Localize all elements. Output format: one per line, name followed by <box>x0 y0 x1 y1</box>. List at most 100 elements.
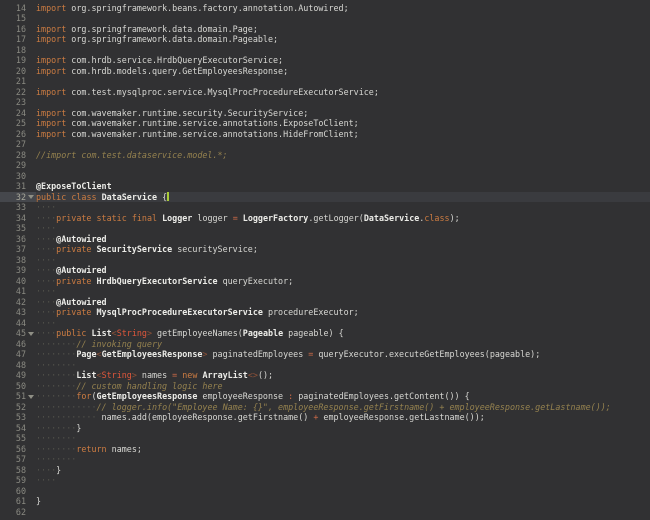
code-line[interactable]: 44···· <box>0 318 650 329</box>
line-number[interactable]: 24 <box>0 108 26 119</box>
code-line[interactable]: 49········List<String> names = new Array… <box>0 370 650 381</box>
line-number[interactable]: 22 <box>0 87 26 98</box>
line-number[interactable]: 45 <box>0 328 26 339</box>
line-number[interactable]: 27 <box>0 139 26 150</box>
fold-arrow-icon[interactable] <box>26 328 36 339</box>
code-line[interactable]: 57········ <box>0 454 650 465</box>
line-number[interactable]: 16 <box>0 24 26 35</box>
code-line[interactable]: 32public class DataService { <box>0 192 650 203</box>
code-line[interactable]: 30 <box>0 171 650 182</box>
fold-arrow-icon[interactable] <box>26 391 36 402</box>
code-line[interactable]: 31@ExposeToClient <box>0 181 650 192</box>
line-number[interactable]: 54 <box>0 423 26 434</box>
line-number[interactable]: 41 <box>0 286 26 297</box>
line-number[interactable]: 35 <box>0 223 26 234</box>
line-number[interactable]: 19 <box>0 55 26 66</box>
line-number[interactable]: 42 <box>0 297 26 308</box>
line-number[interactable]: 14 <box>0 3 26 14</box>
code-line[interactable]: 53············ names.add(employeeRespons… <box>0 412 650 423</box>
code-line[interactable]: 38···· <box>0 255 650 266</box>
line-number[interactable]: 55 <box>0 433 26 444</box>
line-number[interactable]: 34 <box>0 213 26 224</box>
line-number[interactable]: 36 <box>0 234 26 245</box>
code-line[interactable]: 26import com.wavemaker.runtime.service.a… <box>0 129 650 140</box>
line-number[interactable]: 17 <box>0 34 26 45</box>
line-number[interactable]: 32 <box>0 192 26 203</box>
code-line[interactable]: 40····private HrdbQueryExecutorService q… <box>0 276 650 287</box>
line-number[interactable]: 18 <box>0 45 26 56</box>
line-number[interactable]: 23 <box>0 97 26 108</box>
code-line[interactable]: 41···· <box>0 286 650 297</box>
code-line[interactable]: 28//import com.test.dataservice.model.*; <box>0 150 650 161</box>
line-number[interactable]: 59 <box>0 475 26 486</box>
line-number[interactable]: 21 <box>0 76 26 87</box>
code-line[interactable]: 56········return names; <box>0 444 650 455</box>
code-line[interactable]: 47········Page<GetEmployeesResponse> pag… <box>0 349 650 360</box>
code-line[interactable]: 20import com.hrdb.models.query.GetEmploy… <box>0 66 650 77</box>
line-number[interactable]: 33 <box>0 202 26 213</box>
code-line[interactable]: 59···· <box>0 475 650 486</box>
code-line[interactable]: 48········ <box>0 360 650 371</box>
fold-arrow-icon[interactable] <box>26 192 36 203</box>
line-number[interactable]: 20 <box>0 66 26 77</box>
code-line[interactable]: 27 <box>0 139 650 150</box>
line-number[interactable]: 40 <box>0 276 26 287</box>
line-number[interactable]: 43 <box>0 307 26 318</box>
code-line[interactable]: 43····private MysqlProcProcedureExecutor… <box>0 307 650 318</box>
line-number[interactable]: 50 <box>0 381 26 392</box>
line-number[interactable]: 52 <box>0 402 26 413</box>
code-line[interactable]: 51········for(GetEmployeesResponse emplo… <box>0 391 650 402</box>
code-line[interactable]: 60 <box>0 486 650 497</box>
line-number[interactable]: 62 <box>0 507 26 518</box>
line-number[interactable]: 48 <box>0 360 26 371</box>
code-line[interactable]: 33···· <box>0 202 650 213</box>
line-number[interactable]: 30 <box>0 171 26 182</box>
line-number[interactable]: 26 <box>0 129 26 140</box>
code-line[interactable]: 17import org.springframework.data.domain… <box>0 34 650 45</box>
code-line[interactable]: 61} <box>0 496 650 507</box>
code-line[interactable]: 19import com.hrdb.service.HrdbQueryExecu… <box>0 55 650 66</box>
line-number[interactable]: 60 <box>0 486 26 497</box>
code-line[interactable]: 14import org.springframework.beans.facto… <box>0 3 650 14</box>
line-number[interactable]: 39 <box>0 265 26 276</box>
line-number[interactable]: 15 <box>0 13 26 24</box>
code-line[interactable]: 23 <box>0 97 650 108</box>
code-line[interactable]: 52············// logger.info("Employee N… <box>0 402 650 413</box>
line-number[interactable]: 46 <box>0 339 26 350</box>
line-number[interactable]: 38 <box>0 255 26 266</box>
code-line[interactable]: 15 <box>0 13 650 24</box>
code-line[interactable]: 34····private static final Logger logger… <box>0 213 650 224</box>
code-line[interactable]: 55········ <box>0 433 650 444</box>
code-line[interactable]: 62 <box>0 507 650 518</box>
code-line[interactable]: 25import com.wavemaker.runtime.service.a… <box>0 118 650 129</box>
code-editor[interactable]: 1314import org.springframework.beans.fac… <box>0 0 650 520</box>
line-number[interactable]: 51 <box>0 391 26 402</box>
line-number[interactable]: 57 <box>0 454 26 465</box>
line-number[interactable]: 47 <box>0 349 26 360</box>
line-number[interactable]: 58 <box>0 465 26 476</box>
code-line[interactable]: 45····public List<String> getEmployeeNam… <box>0 328 650 339</box>
code-line[interactable]: 35···· <box>0 223 650 234</box>
code-line[interactable]: 29 <box>0 160 650 171</box>
code-line[interactable]: 39····@Autowired <box>0 265 650 276</box>
line-number[interactable]: 31 <box>0 181 26 192</box>
code-line[interactable]: 16import org.springframework.data.domain… <box>0 24 650 35</box>
code-line[interactable]: 58····} <box>0 465 650 476</box>
line-number[interactable]: 25 <box>0 118 26 129</box>
code-line[interactable]: 36····@Autowired <box>0 234 650 245</box>
code-line[interactable]: 24import com.wavemaker.runtime.security.… <box>0 108 650 119</box>
code-line[interactable]: 50········// custom handling logic here <box>0 381 650 392</box>
line-number[interactable]: 53 <box>0 412 26 423</box>
code-line[interactable]: 46········// invoking query <box>0 339 650 350</box>
line-number[interactable]: 49 <box>0 370 26 381</box>
code-line[interactable]: 42····@Autowired <box>0 297 650 308</box>
line-number[interactable]: 29 <box>0 160 26 171</box>
code-line[interactable]: 21 <box>0 76 650 87</box>
line-number[interactable]: 61 <box>0 496 26 507</box>
code-line[interactable]: 18 <box>0 45 650 56</box>
line-number[interactable]: 56 <box>0 444 26 455</box>
code-line[interactable]: 54········} <box>0 423 650 434</box>
code-line[interactable]: 37····private SecurityService securitySe… <box>0 244 650 255</box>
line-number[interactable]: 37 <box>0 244 26 255</box>
line-number[interactable]: 28 <box>0 150 26 161</box>
